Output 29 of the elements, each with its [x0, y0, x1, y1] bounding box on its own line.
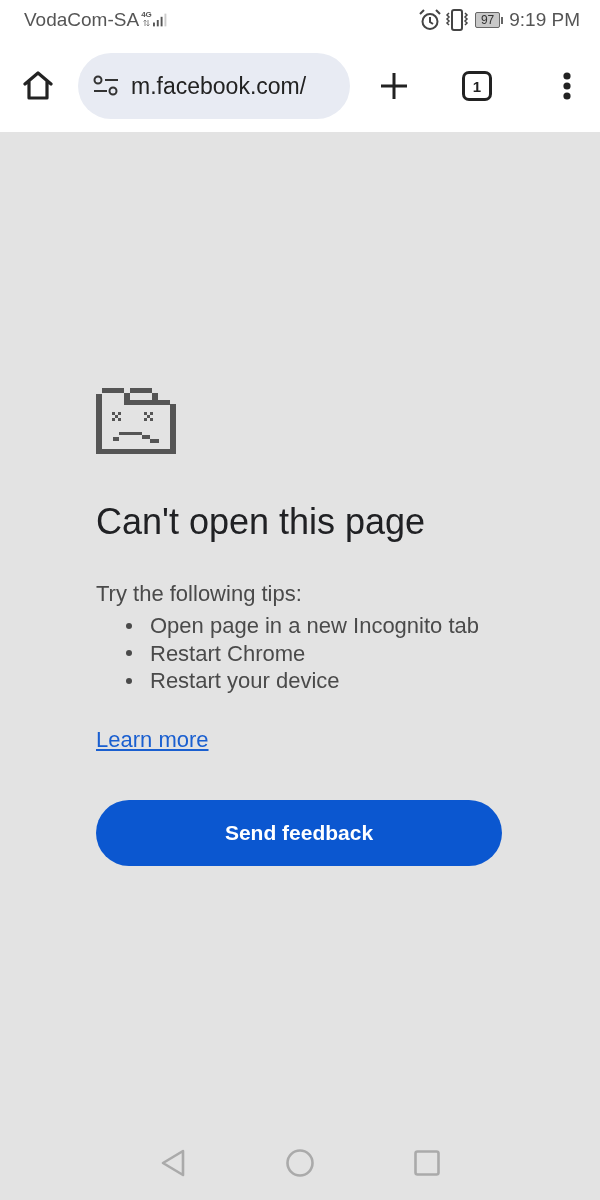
error-title: Can't open this page	[96, 502, 427, 542]
more-options-icon	[562, 72, 572, 100]
send-feedback-button[interactable]: Send feedback	[96, 799, 502, 866]
tab-switcher-button[interactable]: 1	[462, 71, 492, 101]
bullet-icon	[126, 650, 132, 657]
menu-button[interactable]	[562, 72, 572, 100]
new-tab-button[interactable]	[380, 72, 408, 100]
bullet-icon	[126, 677, 132, 684]
home-button[interactable]	[22, 71, 54, 101]
bullet-icon	[126, 622, 132, 629]
network-type: 4G	[141, 9, 152, 19]
tip-text: Restart Chrome	[150, 639, 306, 667]
sad-folder-icon	[96, 387, 176, 454]
tip-text: Restart your device	[150, 667, 340, 695]
carrier-name: VodaCom-SA	[24, 9, 140, 31]
tips-heading: Try the following tips:	[96, 580, 303, 608]
alarm-clock-icon	[418, 9, 441, 31]
learn-more-link[interactable]: Learn more	[96, 726, 209, 752]
battery-indicator: 97	[474, 12, 504, 28]
url-text: m.facebook.com/	[131, 72, 307, 99]
clock-time: 9:19 PM	[509, 9, 580, 31]
data-arrows-icon	[142, 18, 150, 27]
site-settings-icon[interactable]	[93, 75, 119, 97]
plus-icon	[380, 72, 408, 100]
home-icon	[22, 71, 54, 101]
signal-strength-icon	[152, 13, 167, 27]
tip-text: Open page in a new Incognito tab	[150, 612, 480, 640]
address-bar[interactable]: m.facebook.com/	[78, 53, 350, 119]
vibrate-icon	[444, 9, 469, 31]
